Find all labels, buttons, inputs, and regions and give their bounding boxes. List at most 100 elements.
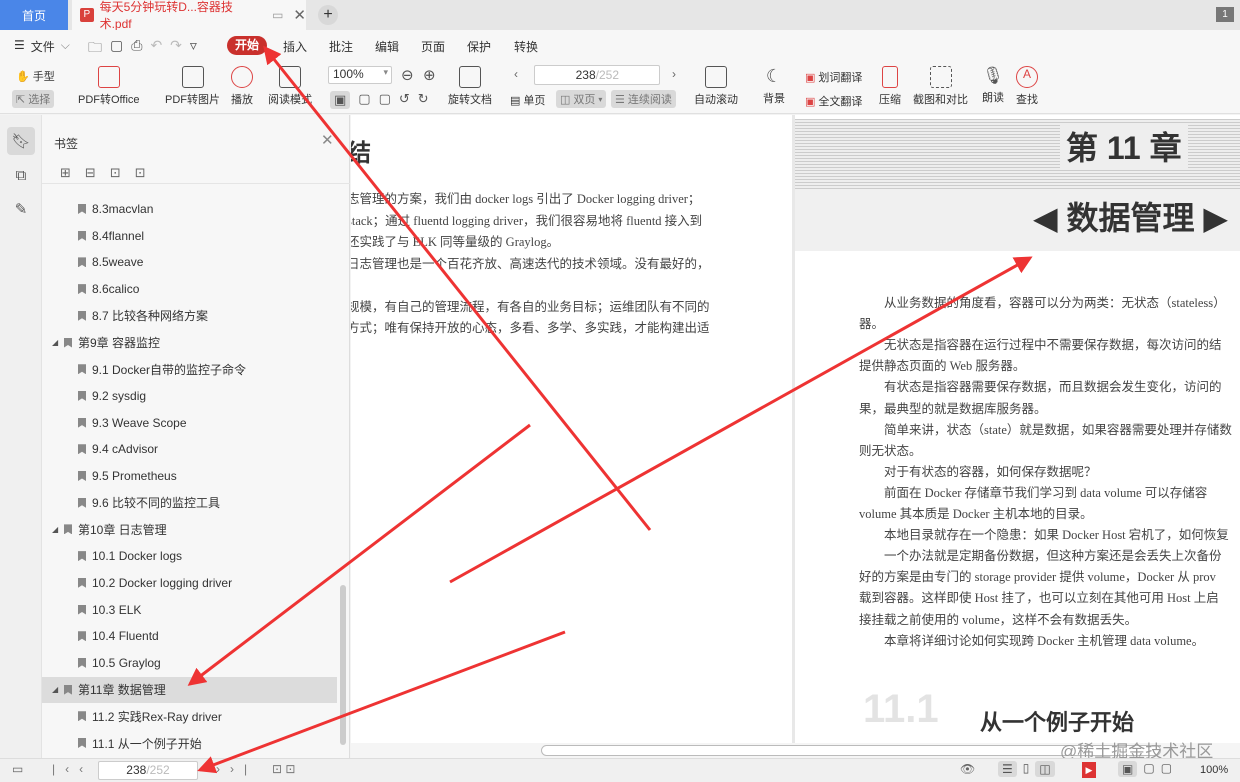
bookmark-item[interactable]: ◢ 第11章 数据管理 — [42, 676, 337, 703]
word-translate-button[interactable]: ▣ 划词翻译 — [805, 69, 862, 85]
bookmark-item[interactable]: 11.1 从一个例子开始 — [42, 730, 337, 756]
background-button[interactable]: ☾ 背景 — [763, 66, 785, 106]
prev-page-icon[interactable]: ‹ — [514, 67, 518, 81]
menu-protect[interactable]: 保护 — [467, 38, 491, 55]
annotation-icon[interactable]: ✎ — [7, 195, 35, 223]
actual-size-icon[interactable]: ▣ — [1118, 761, 1138, 777]
status-page-input[interactable]: 238/252 — [98, 761, 198, 780]
add-bookmark-icon[interactable]: ⊡ — [110, 165, 121, 181]
select-tool[interactable]: ⇱ 选择 — [12, 90, 55, 108]
menu-insert[interactable]: 插入 — [283, 38, 307, 55]
menu-page[interactable]: 页面 — [421, 38, 445, 55]
bookmark-item[interactable]: 10.4 Fluentd — [42, 623, 337, 649]
bookmark-item[interactable]: 9.3 Weave Scope — [42, 410, 337, 436]
bookmark-item[interactable]: 10.3 ELK — [42, 597, 337, 623]
bookmark-icon[interactable]: 🔖︎ — [7, 127, 35, 155]
find-button[interactable]: A 查找 — [1016, 66, 1038, 107]
zoom-in-icon[interactable]: ⊕ — [423, 66, 436, 84]
menu-edit[interactable]: 编辑 — [375, 38, 399, 55]
bookmark-item[interactable]: 8.7 比较各种网络方案 — [42, 303, 337, 329]
first-prev-icons[interactable]: |‹‹ — [52, 762, 93, 776]
bookmark-item[interactable]: 10.5 Graylog — [42, 650, 337, 676]
bookmark-item[interactable]: 8.6calico — [42, 276, 337, 302]
read-mode-button[interactable]: 阅读模式 — [268, 66, 312, 107]
actual-size-icon[interactable]: ▣ — [330, 91, 351, 109]
eye-icon[interactable]: 👁︎ — [960, 762, 975, 776]
fit-page-icon[interactable]: ▢ — [1143, 761, 1154, 777]
bookmark-outline-icon[interactable]: ⊡ — [135, 165, 146, 181]
zoom-out-icon[interactable]: ⊖ — [401, 66, 414, 84]
panel-scrollbar[interactable] — [340, 585, 346, 745]
rotate-left-icon[interactable]: ↺ — [399, 91, 410, 109]
pdf-to-office-button[interactable]: PDF转Office — [78, 66, 140, 107]
tab-document[interactable]: P 每天5分钟玩转D...容器技术.pdf ▭ ✕ — [72, 0, 306, 31]
rotate-doc-button[interactable]: 旋转文档 — [448, 66, 492, 107]
menu-start[interactable]: 开始 — [227, 36, 267, 55]
bookmark-item[interactable]: 9.2 sysdig — [42, 383, 337, 409]
pdf-to-image-button[interactable]: PDF转图片 — [165, 66, 220, 107]
bookmark-item[interactable]: 10.1 Docker logs — [42, 543, 337, 569]
menu-convert[interactable]: 转换 — [514, 38, 538, 55]
bookmark-item[interactable]: 9.1 Docker自带的监控子命令 — [42, 356, 337, 382]
zoom-level[interactable]: 100% — [1200, 764, 1228, 776]
tab-home[interactable]: 首页 — [0, 0, 68, 30]
double-icon[interactable]: ◫ — [1035, 761, 1055, 777]
print-icon[interactable]: ⎙ — [131, 37, 142, 61]
read-aloud-button[interactable]: 🎙 朗读 — [982, 66, 1004, 105]
save-icon[interactable]: ▢ — [110, 37, 123, 61]
collapse-icon[interactable]: ◢ — [52, 525, 64, 534]
play-icon[interactable]: ▶ — [1082, 762, 1096, 778]
label: 双页 — [573, 94, 596, 106]
back-icon[interactable]: ⊡ ⊡ — [272, 762, 295, 776]
undo-icon[interactable]: ↶ — [150, 37, 162, 61]
continuous-button[interactable]: ☰ 连续阅读 — [611, 90, 676, 108]
double-page-button[interactable]: ◫ 双页 ▾ — [556, 90, 607, 108]
thumbnail-icon[interactable]: ⧉ — [7, 161, 35, 189]
new-tab-button[interactable]: + — [318, 5, 338, 25]
window-count[interactable]: 1 — [1216, 7, 1234, 22]
bookmark-item[interactable]: ◢ 第9章 容器监控 — [42, 330, 337, 356]
collapse-all-icon[interactable]: ⊟ — [85, 165, 96, 181]
quick-access: 🗀 ▢ ⎙ ↶ ↷ ▿ — [88, 37, 197, 61]
bookmark-item[interactable]: 8.4flannel — [42, 223, 337, 249]
redo-icon[interactable]: ↷ — [170, 37, 182, 61]
bookmark-item[interactable]: 9.4 cAdvisor — [42, 436, 337, 462]
hand-tool[interactable]: ✋ 手型 — [16, 68, 55, 84]
collapse-icon[interactable]: ◢ — [52, 338, 64, 347]
expand-all-icon[interactable]: ⊞ — [60, 165, 71, 181]
single-icon[interactable]: ▯ — [1023, 761, 1030, 777]
fit-page-icon[interactable]: ▢ — [358, 91, 370, 109]
open-icon[interactable]: 🗀 — [88, 37, 102, 61]
bookmark-item[interactable]: 8.3macvlan — [42, 196, 337, 222]
continuous-icon[interactable]: ☰ — [998, 761, 1017, 777]
bookmark-item[interactable]: 9.6 比较不同的监控工具 — [42, 490, 337, 516]
sidebar-toggle-icon[interactable]: ▭ — [12, 762, 23, 776]
bookmark-item[interactable]: 8.5weave — [42, 249, 337, 275]
fit-width-icon[interactable]: ▢ — [1161, 761, 1172, 777]
more-icon[interactable]: ▿ — [190, 37, 197, 61]
full-translate-button[interactable]: ▣ 全文翻译 — [805, 93, 862, 109]
page-input[interactable]: 238/252 — [534, 65, 660, 85]
rotate-right-icon[interactable]: ↻ — [418, 91, 429, 109]
next-last-icons[interactable]: ››| — [216, 762, 257, 776]
monitor-icon[interactable]: ▭ — [272, 8, 283, 22]
close-icon[interactable]: ✕ — [293, 6, 306, 24]
bookmark-item[interactable]: 10.2 Docker logging driver — [42, 570, 337, 596]
collapse-icon[interactable]: ◢ — [52, 685, 64, 694]
file-menu[interactable]: ☰ 文件 ⌵ — [14, 38, 70, 55]
text-line: 规模，有自己的管理流程，有各自的业务目标；运维团队有不同的 — [351, 299, 710, 314]
bookmark-item[interactable]: ◢ 第10章 日志管理 — [42, 516, 337, 542]
screenshot-button[interactable]: 截图和对比 — [913, 66, 968, 107]
fit-width-icon[interactable]: ▢ — [379, 91, 391, 109]
next-page-icon[interactable]: › — [672, 67, 676, 81]
play-button[interactable]: 播放 — [231, 66, 253, 107]
compress-button[interactable]: 压缩 — [879, 66, 901, 107]
bookmark-label: 10.2 Docker logging driver — [92, 575, 233, 590]
menu-annotate[interactable]: 批注 — [329, 38, 353, 55]
single-page-button[interactable]: ▤ 单页 — [510, 92, 545, 108]
bookmark-item[interactable]: 9.5 Prometheus — [42, 463, 337, 489]
close-icon[interactable]: ✕ — [321, 131, 334, 149]
bookmark-item[interactable]: 11.2 实践Rex-Ray driver — [42, 703, 337, 729]
zoom-select[interactable]: 100% ▾ — [328, 66, 392, 84]
auto-scroll-button[interactable]: 自动滚动 — [694, 66, 738, 107]
